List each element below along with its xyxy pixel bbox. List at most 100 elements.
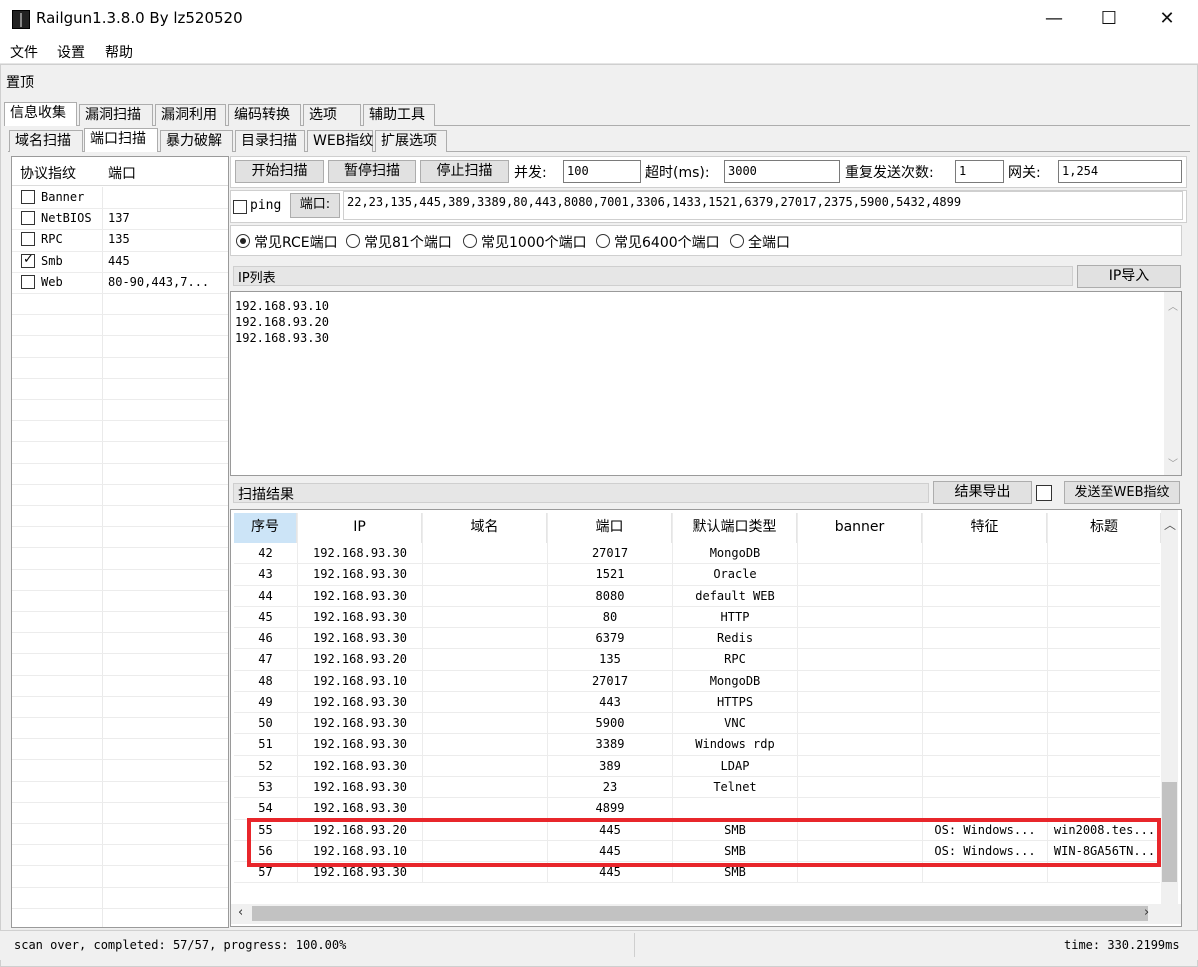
cell-type[interactable]: Redis [673,628,797,649]
cell-banner[interactable] [798,713,922,734]
cell-ip[interactable]: 192.168.93.30 [298,586,422,607]
cell-domain[interactable] [423,607,547,628]
preset-label-1[interactable]: 常见81个端口 [364,232,452,252]
cell-feature[interactable] [923,777,1047,798]
col-port-header[interactable]: 端口 [548,513,672,543]
cell-port[interactable]: 4899 [548,798,672,819]
maximize-button[interactable]: ☐ [1081,0,1137,38]
cell-banner[interactable] [798,692,922,713]
protocol-checkbox-banner[interactable] [21,190,35,204]
send-to-web-checkbox[interactable] [1036,485,1052,501]
protocol-checkbox-netbios[interactable] [21,211,35,226]
cell-title[interactable] [1048,607,1161,628]
cell-title[interactable] [1048,756,1161,777]
cell-banner[interactable] [798,777,922,798]
close-button[interactable]: ✕ [1139,0,1195,38]
tab-dir-scan[interactable]: 目录扫描 [235,130,305,152]
cell-no[interactable]: 53 [234,777,297,798]
preset-radio-2[interactable] [463,234,477,248]
cell-domain[interactable] [423,777,547,798]
cell-feature[interactable] [923,734,1047,755]
scroll-down-icon[interactable]: ﹀ [1168,455,1178,470]
cell-feature[interactable] [923,628,1047,649]
cell-title[interactable] [1048,671,1161,692]
cell-ip[interactable]: 192.168.93.30 [298,713,422,734]
cell-port[interactable]: 6379 [548,628,672,649]
protocol-checkbox-smb[interactable]: ✓ [21,252,35,268]
pin-on-top-toggle[interactable]: 置顶 [6,72,34,92]
cell-banner[interactable] [798,607,922,628]
tab-options[interactable]: 选项 [303,104,361,126]
tab-vuln-scan[interactable]: 漏洞扫描 [79,104,153,126]
cell-banner[interactable] [798,734,922,755]
cell-domain[interactable] [423,734,547,755]
cell-title[interactable] [1048,692,1161,713]
retry-input[interactable]: 1 [955,160,1004,183]
cell-domain[interactable] [423,713,547,734]
cell-ip[interactable]: 192.168.93.30 [298,692,422,713]
port-header[interactable]: 端口 [108,163,136,183]
minimize-button[interactable]: — [1026,0,1082,38]
tab-brute-force[interactable]: 暴力破解 [160,130,233,152]
preset-label-4[interactable]: 全端口 [748,232,790,252]
concurrency-input[interactable]: 100 [563,160,641,183]
cell-title[interactable] [1048,649,1161,670]
scroll-up-icon[interactable]: ︿ [1164,516,1176,533]
tab-aux-tools[interactable]: 辅助工具 [363,104,435,126]
cell-type[interactable] [673,798,797,819]
cell-ip[interactable]: 192.168.93.30 [298,564,422,585]
cell-domain[interactable] [423,756,547,777]
cell-ip[interactable]: 192.168.93.30 [298,756,422,777]
scroll-thumb[interactable] [1162,782,1177,882]
cell-port[interactable]: 8080 [548,586,672,607]
cell-feature[interactable] [923,671,1047,692]
cell-ip[interactable]: 192.168.93.30 [298,628,422,649]
cell-ip[interactable]: 192.168.93.30 [298,798,422,819]
cell-feature[interactable] [923,756,1047,777]
cell-no[interactable]: 54 [234,798,297,819]
tab-domain-scan[interactable]: 域名扫描 [9,130,83,152]
cell-domain[interactable] [423,628,547,649]
cell-port[interactable]: 135 [548,649,672,670]
tab-info-gathering[interactable]: 信息收集 [4,102,77,126]
cell-no[interactable]: 45 [234,607,297,628]
col-domain-header[interactable]: 域名 [423,513,547,543]
cell-banner[interactable] [798,628,922,649]
cell-type[interactable]: default WEB [673,586,797,607]
cell-feature[interactable] [923,798,1047,819]
cell-ip[interactable]: 192.168.93.20 [298,649,422,670]
cell-no[interactable]: 50 [234,713,297,734]
cell-ip[interactable]: 192.168.93.10 [298,671,422,692]
cell-title[interactable] [1048,543,1161,564]
cell-domain[interactable] [423,692,547,713]
results-hscrollbar[interactable]: ‹ › [231,904,1181,924]
protocol-header[interactable]: 协议指纹 [20,163,76,183]
send-to-web-fingerprint-button[interactable]: 发送至WEB指纹 [1064,481,1180,504]
tab-extended-options[interactable]: 扩展选项 [375,130,447,152]
ip-list-scrollbar[interactable]: ︿ ﹀ [1164,292,1181,475]
cell-port[interactable]: 5900 [548,713,672,734]
menu-help[interactable]: 帮助 [105,42,133,62]
cell-type[interactable]: MongoDB [673,671,797,692]
cell-title[interactable] [1048,777,1161,798]
cell-title[interactable] [1048,564,1161,585]
cell-domain[interactable] [423,671,547,692]
preset-radio-4[interactable] [730,234,744,248]
scroll-right-icon[interactable]: › [1144,905,1149,920]
cell-feature[interactable] [923,586,1047,607]
cell-domain[interactable] [423,798,547,819]
col-ip-header[interactable]: IP [298,513,422,543]
scroll-up-icon[interactable]: ︿ [1168,298,1178,313]
gateway-input[interactable]: 1,254 [1058,160,1182,183]
port-label-button[interactable]: 端口: [290,193,340,218]
cell-type[interactable]: HTTPS [673,692,797,713]
cell-feature[interactable] [923,564,1047,585]
cell-no[interactable]: 46 [234,628,297,649]
ip-list-textarea[interactable]: 192.168.93.10 192.168.93.20 192.168.93.30 … [230,291,1182,476]
cell-banner[interactable] [798,756,922,777]
col-title-header[interactable]: 标题 [1048,513,1161,543]
cell-banner[interactable] [798,798,922,819]
cell-domain[interactable] [423,543,547,564]
cell-banner[interactable] [798,564,922,585]
cell-type[interactable]: Windows rdp [673,734,797,755]
